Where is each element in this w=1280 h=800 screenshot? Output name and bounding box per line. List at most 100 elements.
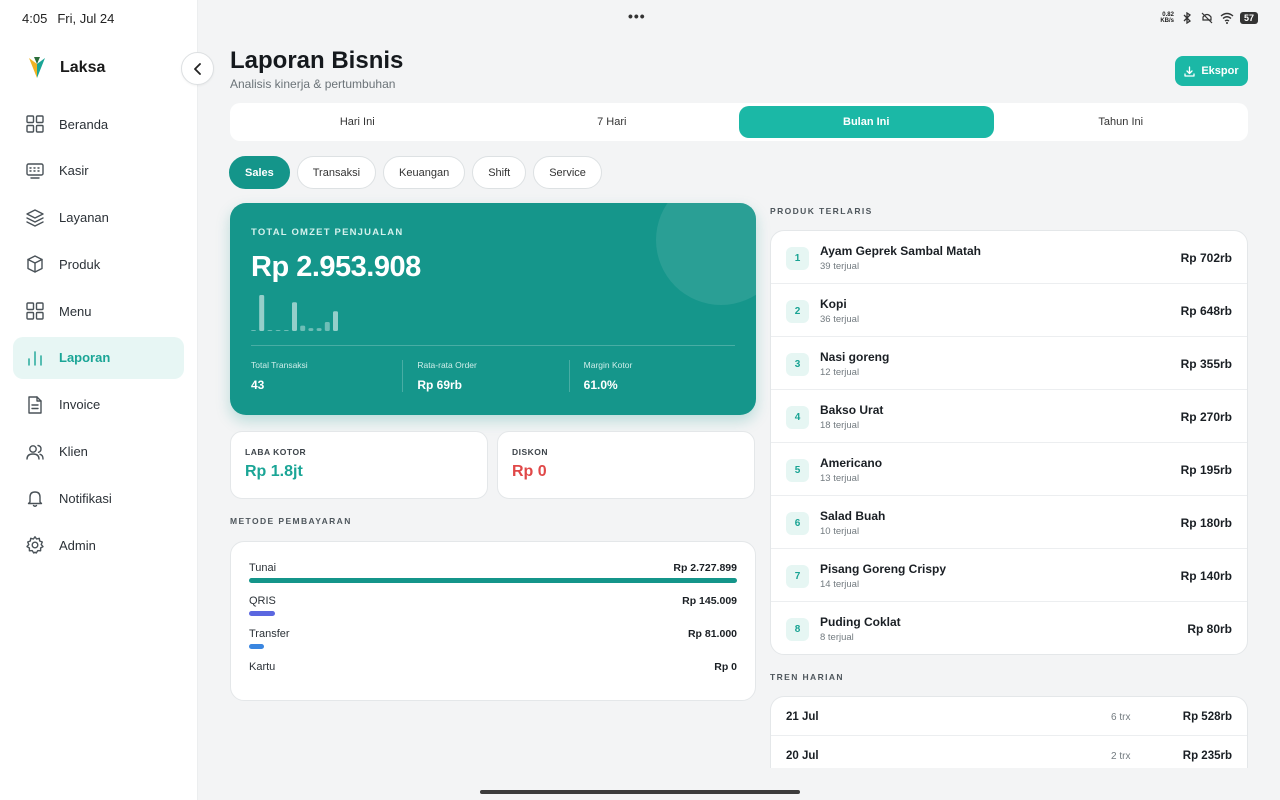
bell-icon	[27, 491, 43, 508]
mute-icon	[1201, 12, 1213, 24]
brand-name: Laksa	[60, 59, 106, 76]
total-sales-label: TOTAL OMZET PENJUALAN	[251, 227, 404, 238]
period-tab-hari-ini[interactable]: Hari Ini	[230, 106, 485, 138]
gross-profit-value: Rp 1.8jt	[245, 463, 303, 480]
period-tab-bulan-ini[interactable]: Bulan Ini	[739, 106, 994, 138]
product-rank: 7	[786, 565, 809, 588]
sidebar-item-notifikasi[interactable]: Notifikasi	[13, 477, 184, 519]
sidebar-item-laporan[interactable]: Laporan	[13, 336, 184, 379]
product-row[interactable]: 3 Nasi goreng 12 terjual Rp 355rb	[771, 337, 1247, 390]
discount-card: DISKON Rp 0	[497, 431, 755, 499]
trend-revenue: Rp 235rb	[1182, 750, 1232, 762]
network-speed: 0.82 KB/s	[1160, 12, 1174, 24]
gear-icon	[26, 536, 44, 554]
sparkline-bar	[316, 328, 322, 331]
product-sold: 18 terjual	[820, 420, 860, 431]
payment-method-tunai: Tunai Rp 2.727.899	[249, 562, 737, 592]
payment-method-name: Tunai	[249, 562, 277, 574]
sparkline-bar	[300, 325, 306, 331]
product-rank: 1	[786, 247, 809, 270]
users-icon	[26, 444, 44, 460]
sidebar-item-admin[interactable]: Admin	[13, 524, 184, 566]
sparkline-bar	[275, 330, 281, 331]
product-row[interactable]: 5 Americano 13 terjual Rp 195rb	[771, 443, 1247, 496]
daily-trend-title: TREN HARIAN	[770, 672, 844, 682]
sidebar-item-label: Laporan	[59, 350, 111, 366]
sidebar-item-beranda[interactable]: Beranda	[13, 103, 184, 145]
page-title: Laporan Bisnis	[230, 47, 404, 74]
product-row[interactable]: 8 Puding Coklat 8 terjual Rp 80rb	[771, 602, 1247, 654]
product-sold: 13 terjual	[820, 473, 860, 484]
hero-stats: Total Transaksi 43 Rata-rata Order Rp 69…	[251, 360, 735, 392]
sidebar-item-produk[interactable]: Produk	[13, 243, 184, 285]
period-tab-7-hari[interactable]: 7 Hari	[485, 106, 740, 138]
sidebar-item-menu[interactable]: Menu	[13, 290, 184, 332]
product-name: Americano	[820, 456, 883, 470]
product-rank: 4	[786, 406, 809, 429]
sidebar-item-layanan[interactable]: Layanan	[13, 197, 184, 239]
product-name: Ayam Geprek Sambal Matah	[820, 244, 981, 258]
payment-method-name: Transfer	[249, 628, 290, 640]
product-row[interactable]: 2 Kopi 36 terjual Rp 648rb	[771, 284, 1247, 337]
trend-transactions: 6 trx	[1111, 712, 1131, 723]
product-row[interactable]: 7 Pisang Goreng Crispy 14 terjual Rp 140rb	[771, 549, 1247, 602]
stat-gross-margin: Margin Kotor 61.0%	[568, 360, 735, 392]
sidebar-item-klien[interactable]: Klien	[13, 431, 184, 473]
bluetooth-icon	[1183, 12, 1192, 24]
product-rank: 2	[786, 300, 809, 323]
total-sales-value: Rp 2.953.908	[251, 251, 421, 283]
discount-value: Rp 0	[512, 463, 547, 480]
report-tab-sales[interactable]: Sales	[229, 156, 290, 189]
sidebar-item-label: Beranda	[59, 116, 109, 132]
trend-date: 21 Jul	[786, 711, 819, 723]
sidebar-item-label: Menu	[59, 303, 92, 319]
gross-profit-card: LABA KOTOR Rp 1.8jt	[230, 431, 488, 499]
trend-revenue: Rp 528rb	[1182, 711, 1232, 723]
trend-transactions: 2 trx	[1111, 751, 1131, 762]
sparkline-bar	[259, 295, 265, 331]
report-tabs: Sales Transaksi Keuangan Shift Service	[229, 156, 602, 189]
period-tab-tahun-ini[interactable]: Tahun Ini	[994, 106, 1249, 138]
payment-method-transfer: Transfer Rp 81.000	[249, 628, 737, 658]
clock: 4:05	[22, 10, 48, 26]
product-sold: 10 terjual	[820, 526, 860, 537]
product-revenue: Rp 140rb	[1180, 569, 1232, 583]
sidebar-item-label: Produk	[59, 256, 101, 272]
payment-method-name: QRIS	[249, 595, 276, 607]
product-row[interactable]: 6 Salad Buah 10 terjual Rp 180rb	[771, 496, 1247, 549]
sparkline-bar	[308, 328, 314, 331]
product-revenue: Rp 702rb	[1180, 251, 1232, 265]
product-row[interactable]: 4 Bakso Urat 18 terjual Rp 270rb	[771, 390, 1247, 443]
home-indicator[interactable]	[480, 790, 800, 794]
trend-row[interactable]: 21 Jul 6 trx Rp 528rb	[771, 697, 1247, 736]
top-products-title: PRODUK TERLARIS	[770, 206, 873, 216]
trend-row[interactable]: 20 Jul 2 trx Rp 235rb	[771, 736, 1247, 768]
wifi-icon	[1220, 12, 1234, 24]
sidebar-nav: Beranda Kasir Layanan Produk Menu Laporan Invo…	[13, 103, 184, 571]
bar-chart-icon	[28, 351, 42, 366]
multitask-handle[interactable]: •••	[628, 8, 646, 24]
product-sold: 39 terjual	[820, 261, 860, 272]
sidebar: Laksa Beranda Kasir Layanan Produk Menu Lapor…	[0, 0, 198, 800]
report-tab-transaksi[interactable]: Transaksi	[296, 156, 377, 189]
sidebar-item-invoice[interactable]: Invoice	[13, 384, 184, 426]
collapse-sidebar-button[interactable]	[181, 52, 214, 85]
export-button[interactable]: Ekspor	[1175, 56, 1248, 86]
report-tab-service[interactable]: Service	[533, 156, 602, 189]
top-products-list: 1 Ayam Geprek Sambal Matah 39 terjual Rp 70…	[770, 230, 1248, 655]
status-bar: 4:05 Fri, Jul 24 0.82 KB/s 57 •••	[0, 0, 1280, 36]
product-name: Puding Coklat	[820, 615, 901, 629]
download-icon	[1184, 65, 1195, 77]
total-sales-card: TOTAL OMZET PENJUALAN Rp 2.953.908 Total…	[230, 203, 756, 415]
sidebar-item-kasir[interactable]: Kasir	[13, 150, 184, 192]
document-icon	[28, 396, 42, 414]
payment-method-name: Kartu	[249, 661, 276, 673]
stat-average-order: Rata-rata Order Rp 69rb	[402, 360, 568, 392]
product-sold: 8 terjual	[820, 632, 854, 643]
payment-method-amount: Rp 145.009	[682, 595, 737, 607]
report-tab-shift[interactable]: Shift	[472, 156, 527, 189]
product-row[interactable]: 1 Ayam Geprek Sambal Matah 39 terjual Rp 70…	[771, 231, 1247, 284]
brand[interactable]: Laksa	[28, 56, 105, 80]
daily-trend-list: 21 Jul 6 trx Rp 528rb 20 Jul 2 trx Rp 235rb	[770, 696, 1248, 768]
report-tab-keuangan[interactable]: Keuangan	[383, 156, 466, 189]
